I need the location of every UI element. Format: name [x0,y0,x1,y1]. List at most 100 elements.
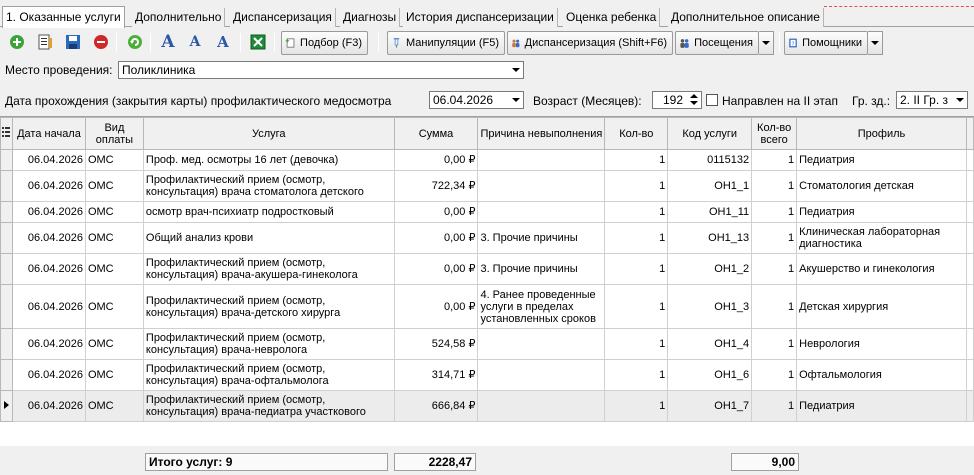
row-indicator[interactable] [0,201,13,223]
cell-qty[interactable]: 1 [604,359,669,391]
tab-dopolnitelno[interactable]: Дополнительно [132,8,226,27]
pomoshchniki-button[interactable]: ? Помощники [784,31,868,55]
cell-qty[interactable]: 1 [604,149,669,171]
cell-total[interactable]: 1 [751,222,798,254]
cell-reason[interactable] [477,390,606,422]
pomoshchniki-dropdown[interactable] [868,31,883,55]
row-indicator[interactable] [0,149,13,171]
cell-code[interactable]: ОН1_1 [667,170,753,202]
cell-code[interactable]: ОН1_11 [667,201,753,223]
cell-pay[interactable]: ОМС [84,170,144,202]
cell-total[interactable]: 1 [751,359,798,391]
cell-date[interactable]: 06.04.2026 [11,201,86,223]
cell-date[interactable]: 06.04.2026 [11,328,86,360]
tab-istoriya[interactable]: История диспансеризации [403,8,558,27]
cell-sum[interactable]: 666,84 ₽ [393,390,479,422]
cell-reason[interactable] [477,201,606,223]
poseshcheniya-dropdown[interactable] [759,31,774,55]
cell-reason[interactable]: 3. Прочие причины [477,253,606,285]
cell-sum[interactable]: 0,00 ₽ [393,284,479,329]
col-prichina[interactable]: Причина невыполнения [477,117,606,150]
add-button[interactable] [6,31,28,53]
cell-extra[interactable] [965,328,974,360]
cell-total[interactable]: 1 [751,201,798,223]
cell-date[interactable]: 06.04.2026 [11,149,86,171]
excel-export-button[interactable] [247,31,269,53]
save-button[interactable] [62,31,84,53]
cell-extra[interactable] [965,170,974,202]
poseshcheniya-button[interactable]: Посещения [675,31,759,55]
cell-service[interactable]: Профилактический прием (осмотр, консульт… [142,253,395,285]
cell-service[interactable]: Профилактический прием (осмотр, консульт… [142,390,395,422]
table-row[interactable]: 06.04.2026 ОМС Общий анализ крови 0,00 ₽… [0,222,974,254]
tab-dop-opisanie[interactable]: Дополнительное описание [668,8,824,27]
cell-sum[interactable]: 0,00 ₽ [393,222,479,254]
table-row[interactable]: 06.04.2026 ОМС Профилактический прием (о… [0,328,974,360]
col-kod-uslugi[interactable]: Код услуги [667,117,753,150]
cell-extra[interactable] [965,222,974,254]
cell-extra[interactable] [965,253,974,285]
cell-profile[interactable]: Педиатрия [796,201,967,223]
tab-diagnozy[interactable]: Диагнозы [340,8,401,27]
napravlen-checkbox[interactable] [706,94,718,106]
date-picker[interactable]: 06.04.2026 [429,91,524,109]
vozrast-spinner[interactable]: 192 [652,91,702,109]
cell-code[interactable]: ОН1_6 [667,359,753,391]
cell-code[interactable]: ОН1_13 [667,222,753,254]
cell-code[interactable]: ОН1_7 [667,390,753,422]
cell-service[interactable]: осмотр врач-психиатр подростковый [142,201,395,223]
cell-service[interactable]: Профилактический прием (осмотр, консульт… [142,170,395,202]
col-summa[interactable]: Сумма [393,117,479,150]
cell-extra[interactable] [965,284,974,329]
dispanserizatsiya-button[interactable]: Диспансеризация (Shift+F6) [507,31,673,55]
cell-qty[interactable]: 1 [604,201,669,223]
cell-profile[interactable]: Педиатрия [796,149,967,171]
cell-total[interactable]: 1 [751,253,798,285]
cell-date[interactable]: 06.04.2026 [11,222,86,254]
cell-profile[interactable]: Акушерство и гинекология [796,253,967,285]
row-indicator[interactable] [0,359,13,391]
col-profil[interactable]: Профиль [796,117,967,150]
cell-pay[interactable]: ОМС [84,284,144,329]
col-kol-vo[interactable]: Кол-во [604,117,669,150]
cell-code[interactable]: ОН1_3 [667,284,753,329]
table-row[interactable]: 06.04.2026 ОМС Проф. мед. осмотры 16 лет… [0,149,974,171]
cell-extra[interactable] [965,149,974,171]
cell-service[interactable]: Профилактический прием (осмотр, консульт… [142,284,395,329]
cell-total[interactable]: 1 [751,284,798,329]
tab-otsenka-rebenka[interactable]: Оценка ребенка [563,8,661,27]
cell-sum[interactable]: 0,00 ₽ [393,253,479,285]
gr-zd-combobox[interactable]: 2. II Гр. з [896,91,968,109]
delete-button[interactable] [90,31,112,53]
cell-pay[interactable]: ОМС [84,359,144,391]
tab-dispanserizatsiya[interactable]: Диспансеризация [230,8,336,27]
row-indicator[interactable] [0,170,13,202]
row-indicator[interactable] [0,390,13,422]
table-row[interactable]: 06.04.2026 ОМС Профилактический прием (о… [0,359,974,391]
font-decrease-button[interactable]: A [184,31,206,53]
table-row-current[interactable]: 06.04.2026 ОМС Профилактический прием (о… [0,390,974,422]
row-indicator[interactable] [0,253,13,285]
cell-reason[interactable] [477,170,606,202]
cell-qty[interactable]: 1 [604,284,669,329]
cell-pay[interactable]: ОМС [84,149,144,171]
row-indicator[interactable] [0,222,13,254]
cell-service[interactable]: Профилактический прием (осмотр, консульт… [142,328,395,360]
table-row[interactable]: 06.04.2026 ОМС осмотр врач-психиатр подр… [0,201,974,223]
cell-qty[interactable]: 1 [604,170,669,202]
cell-pay[interactable]: ОМС [84,390,144,422]
cell-date[interactable]: 06.04.2026 [11,253,86,285]
cell-extra[interactable] [965,390,974,422]
cell-total[interactable]: 1 [751,390,798,422]
cell-date[interactable]: 06.04.2026 [11,284,86,329]
cell-code[interactable]: 0115132 [667,149,753,171]
cell-reason[interactable] [477,328,606,360]
cell-pay[interactable]: ОМС [84,222,144,254]
row-selector-header[interactable] [0,117,13,150]
manipulyatsii-button[interactable]: Манипуляции (F5) [387,31,505,55]
cell-date[interactable]: 06.04.2026 [11,390,86,422]
cell-qty[interactable]: 1 [604,222,669,254]
cell-reason[interactable] [477,359,606,391]
cell-sum[interactable]: 524,58 ₽ [393,328,479,360]
cell-profile[interactable]: Клиническая лабораторная диагностика [796,222,967,254]
